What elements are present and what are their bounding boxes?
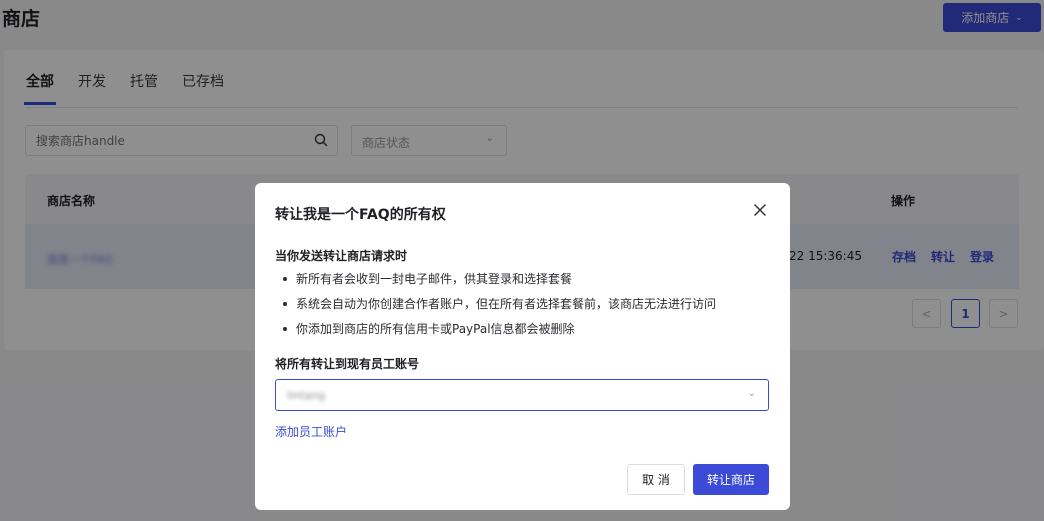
transfer-info-list: 新所有者会收到一封电子邮件，供其登录和选择套餐 系统会自动为你创建合作者账户，但…	[283, 271, 716, 346]
transfer-ownership-modal: 转让我是一个FAQ的所有权 当你发送转让商店请求时 新所有者会收到一封电子邮件，…	[255, 183, 790, 510]
cancel-button[interactable]: 取 消	[627, 464, 685, 495]
staff-account-label: 将所有转让到现有员工账号	[275, 357, 420, 371]
add-staff-account-link[interactable]: 添加员工账户	[275, 423, 347, 440]
close-icon[interactable]	[751, 201, 769, 219]
list-item: 系统会自动为你创建合作者账户，但在所有者选择套餐前，该商店无法进行访问	[283, 296, 716, 321]
transfer-store-button[interactable]: 转让商店	[693, 464, 769, 495]
staff-account-value: lintang	[287, 389, 326, 402]
list-item: 你添加到商店的所有信用卡或PayPal信息都会被删除	[283, 321, 716, 346]
chevron-down-icon: ⌄	[747, 388, 756, 399]
list-item: 新所有者会收到一封电子邮件，供其登录和选择套餐	[283, 271, 716, 296]
modal-title: 转让我是一个FAQ的所有权	[275, 207, 446, 223]
staff-account-select[interactable]: lintang ⌄	[275, 379, 769, 411]
transfer-info-title: 当你发送转让商店请求时	[275, 249, 408, 263]
